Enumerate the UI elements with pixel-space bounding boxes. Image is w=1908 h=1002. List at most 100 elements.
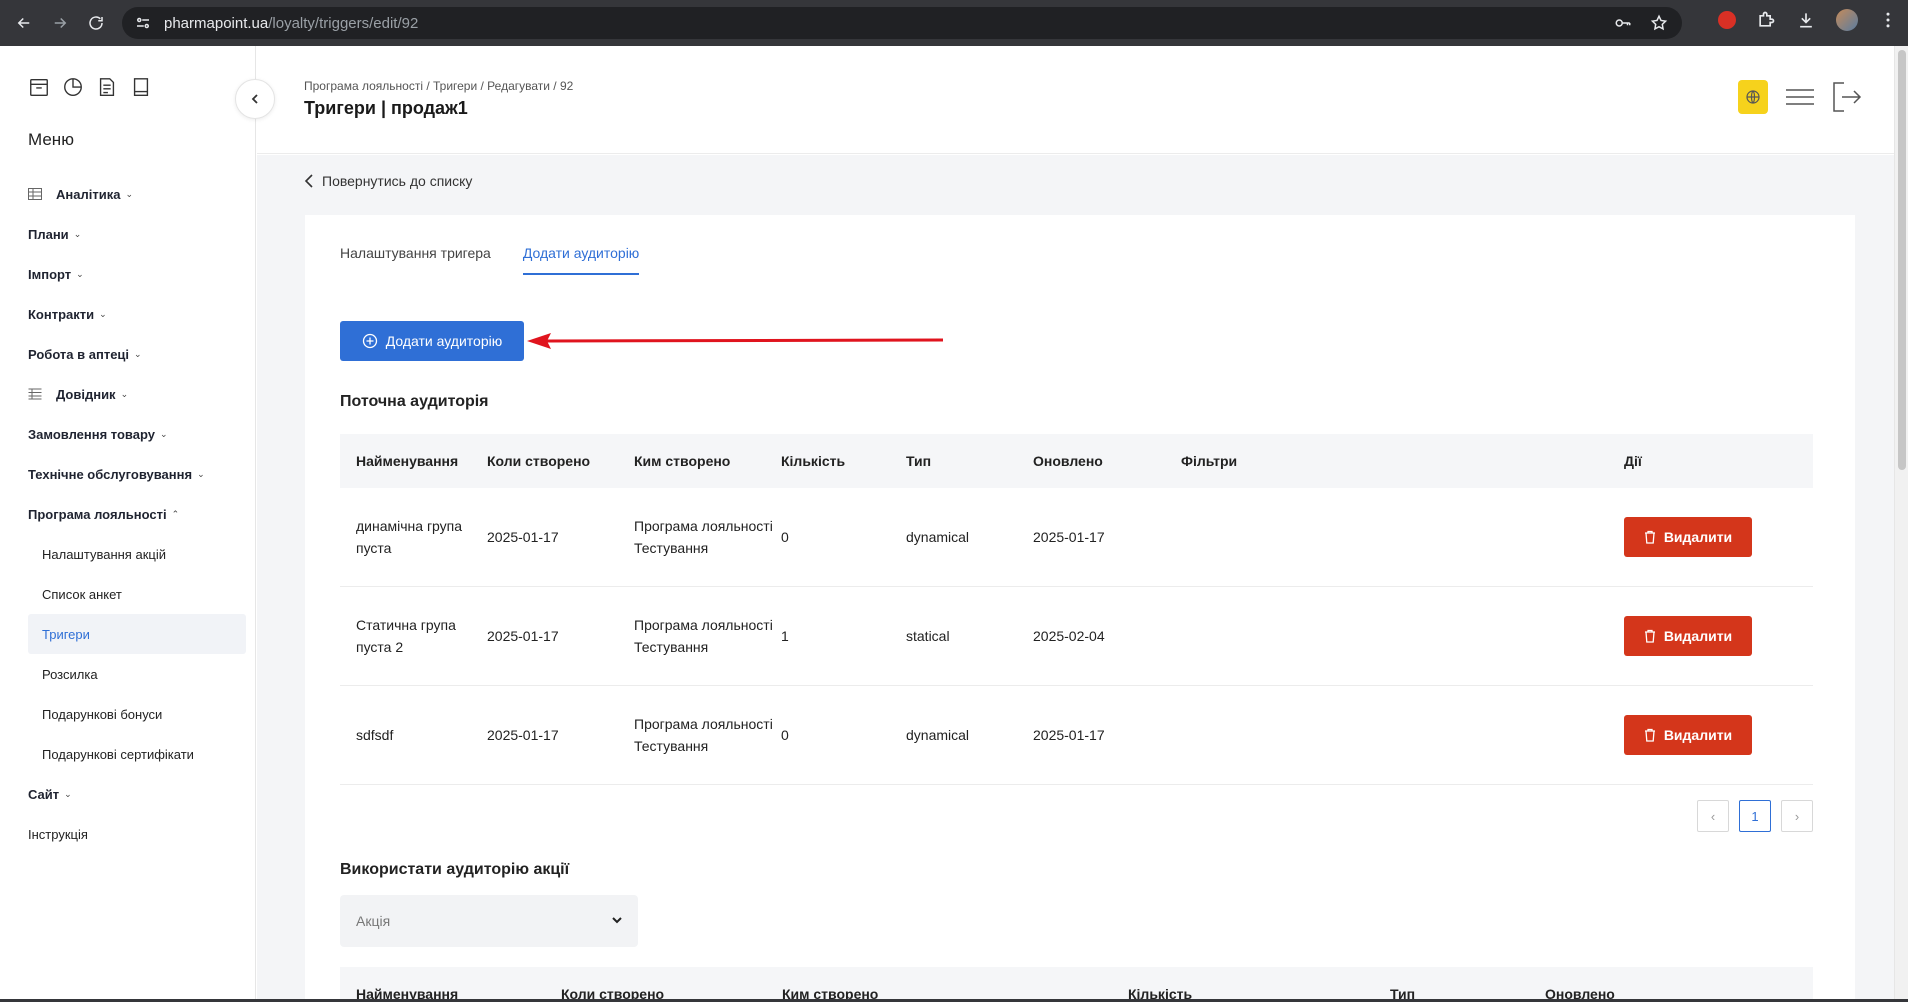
plus-circle-icon xyxy=(362,333,377,349)
next-page-button[interactable]: › xyxy=(1781,800,1813,832)
tab-add-audience[interactable]: Додати аудиторію xyxy=(522,245,640,275)
sidebar-item-plans[interactable]: Плани ⌄ xyxy=(28,214,243,254)
cell-type: dynamical xyxy=(906,529,970,545)
delete-label: Видалити xyxy=(1663,529,1733,545)
column-header: Ким створено xyxy=(634,453,731,469)
book-icon[interactable] xyxy=(130,76,152,98)
sidebar-item-pharmacy-work[interactable]: Робота в аптеці ⌄ xyxy=(28,334,243,374)
table-header: Найменування Коли створено Ким створено … xyxy=(340,434,1813,488)
key-icon[interactable] xyxy=(1614,14,1632,32)
chevron-down-icon: ⌄ xyxy=(134,348,142,359)
sidebar-item-mailing[interactable]: Розсилка xyxy=(28,654,243,694)
download-icon[interactable] xyxy=(1796,10,1816,30)
hamburger-menu-icon[interactable] xyxy=(1784,87,1816,107)
sidebar-item-label: Сайт xyxy=(28,786,60,802)
chevron-down-icon: ⌄ xyxy=(76,268,84,279)
cell-updated: 2025-02-04 xyxy=(1033,628,1105,644)
sidebar-item-surveys[interactable]: Список анкет xyxy=(28,574,243,614)
column-header: Кількість xyxy=(781,453,846,469)
chevron-down-icon: ⌄ xyxy=(125,188,133,199)
back-arrow-icon[interactable] xyxy=(10,9,38,37)
sidebar-item-gift-certificates[interactable]: Подарункові сертифікати xyxy=(28,734,243,774)
collapse-sidebar-button[interactable] xyxy=(235,79,275,119)
column-header: Коли створено xyxy=(487,453,591,469)
logout-icon[interactable] xyxy=(1832,81,1862,113)
star-icon[interactable] xyxy=(1650,14,1668,32)
add-audience-button[interactable]: Додати аудиторію xyxy=(340,321,524,361)
back-to-list-link[interactable]: Повернутись до списку xyxy=(304,173,472,189)
delete-button[interactable]: Видалити xyxy=(1624,715,1752,755)
sidebar-item-triggers[interactable]: Тригери xyxy=(28,614,246,654)
chevron-down-icon: ⌄ xyxy=(120,388,129,399)
sidebar-item-label: Технічне обслуговування xyxy=(28,466,193,482)
delete-button[interactable]: Видалити xyxy=(1624,517,1752,557)
address-bar[interactable]: pharmapoint.ua/loyalty/triggers/edit/92 xyxy=(122,7,1682,39)
chevron-left-icon xyxy=(304,174,313,188)
reload-icon[interactable] xyxy=(82,9,110,37)
cell-count: 0 xyxy=(781,529,789,545)
annotation-arrow-icon xyxy=(527,333,944,349)
list-icon xyxy=(28,388,42,400)
pie-chart-icon[interactable] xyxy=(62,76,84,98)
kebab-menu-icon[interactable] xyxy=(1878,10,1898,30)
chevron-down-icon: ⌄ xyxy=(64,788,72,799)
site-settings-icon[interactable] xyxy=(134,14,152,32)
delete-button[interactable]: Видалити xyxy=(1624,616,1752,656)
sidebar: Меню Аналітика ⌄ Плани ⌄ Імпорт ⌄ Контракти… xyxy=(0,46,256,1002)
page-scrollbar[interactable] xyxy=(1894,46,1908,1002)
language-button[interactable] xyxy=(1738,80,1768,114)
scrollbar-thumb[interactable] xyxy=(1898,50,1906,470)
sidebar-item-gift-bonuses[interactable]: Подарункові бонуси xyxy=(28,694,243,734)
cell-type: dynamical xyxy=(906,727,970,743)
sidebar-menu: Аналітика ⌄ Плани ⌄ Імпорт ⌄ Контракти ⌄ Роб… xyxy=(28,174,246,854)
column-header: Тип xyxy=(906,453,932,469)
pagination: ‹ 1 › xyxy=(1697,800,1813,832)
promo-select[interactable]: Акція xyxy=(340,895,638,947)
cell-count: 1 xyxy=(781,628,789,644)
forward-arrow-icon[interactable] xyxy=(46,9,74,37)
use-audience-title: Використати аудиторію акції xyxy=(340,861,570,878)
table-row: Статична група пуста 2 2025-01-17 Програ… xyxy=(340,587,1813,686)
page-title: Тригери | продаж1 xyxy=(304,98,468,118)
sidebar-item-contracts[interactable]: Контракти ⌄ xyxy=(28,294,243,334)
cell-updated: 2025-01-17 xyxy=(1033,727,1105,743)
trash-icon xyxy=(1644,629,1655,643)
trash-icon xyxy=(1644,530,1655,544)
globe-icon xyxy=(1746,90,1760,104)
sidebar-item-label: Робота в аптеці xyxy=(28,346,130,362)
column-header: Фільтри xyxy=(1181,453,1238,469)
cell-type: statical xyxy=(906,628,950,644)
url-host: pharmapoint.ua xyxy=(164,14,269,32)
sidebar-item-instruction[interactable]: Інструкція xyxy=(28,814,243,854)
sidebar-item-label: Імпорт xyxy=(28,266,72,282)
extension-icon[interactable] xyxy=(1718,11,1736,29)
box-icon[interactable] xyxy=(28,76,50,98)
avatar[interactable] xyxy=(1836,9,1858,31)
sidebar-item-label: Довідник xyxy=(56,386,116,402)
sidebar-item-label: Програма лояльності xyxy=(28,506,167,522)
cell-name: sdfsdf xyxy=(356,727,394,743)
tabs: Налаштування тригера Додати аудиторію xyxy=(340,245,640,275)
cell-name: Статична група пуста 2 xyxy=(356,617,456,655)
sidebar-item-directory[interactable]: Довідник ⌄ xyxy=(28,374,243,414)
cell-name: динамічна група пуста xyxy=(356,518,463,556)
page-header: Програма лояльності / Тригери / Редагува… xyxy=(257,46,1908,154)
sidebar-item-analytics[interactable]: Аналітика ⌄ xyxy=(28,174,243,214)
column-header: Найменування xyxy=(356,453,459,469)
puzzle-icon[interactable] xyxy=(1756,10,1776,30)
menu-title: Меню xyxy=(28,130,74,149)
sidebar-item-promo-settings[interactable]: Налаштування акцій xyxy=(28,534,243,574)
page-number-button[interactable]: 1 xyxy=(1739,800,1771,832)
sidebar-item-loyalty[interactable]: Програма лояльності ⌃ xyxy=(28,494,243,534)
sidebar-item-maintenance[interactable]: Технічне обслуговування ⌄ xyxy=(28,454,243,494)
sidebar-item-import[interactable]: Імпорт ⌄ xyxy=(28,254,243,294)
prev-page-button[interactable]: ‹ xyxy=(1697,800,1729,832)
tab-trigger-settings[interactable]: Налаштування тригера xyxy=(340,245,491,275)
cell-author: Програма лояльності Тестування xyxy=(634,518,773,556)
sidebar-item-orders[interactable]: Замовлення товару ⌄ xyxy=(28,414,243,454)
document-icon[interactable] xyxy=(96,76,118,98)
sidebar-quick-icons xyxy=(28,76,152,98)
delete-label: Видалити xyxy=(1663,628,1733,644)
sidebar-item-site[interactable]: Сайт ⌄ xyxy=(28,774,243,814)
back-link-label: Повернутись до списку xyxy=(322,173,473,189)
